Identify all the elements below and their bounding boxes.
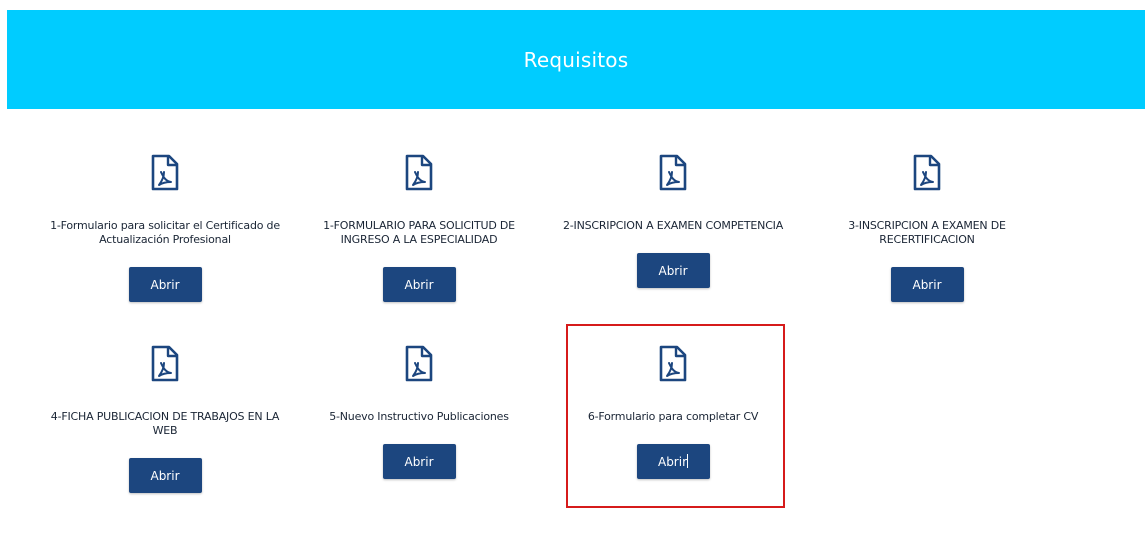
header-banner: Requisitos bbox=[7, 10, 1145, 109]
document-card-3: 2-INSCRIPCION A EXAMEN COMPETENCIA Abrir bbox=[546, 154, 800, 288]
document-label: 4-FICHA PUBLICACION DE TRABAJOS EN LA WE… bbox=[50, 410, 280, 437]
pdf-file-icon bbox=[658, 345, 688, 383]
document-card-4: 3-INSCRIPCION A EXAMEN DE RECERTIFICACIO… bbox=[800, 154, 1054, 302]
button-label: Abrir bbox=[657, 455, 688, 469]
pdf-file-icon bbox=[150, 154, 180, 192]
document-label: 1-FORMULARIO PARA SOLICITUD DE INGRESO A… bbox=[323, 219, 515, 246]
open-button[interactable]: Abrir bbox=[128, 458, 202, 493]
open-button[interactable]: Abrir bbox=[636, 444, 710, 479]
document-card-1: 1-Formulario para solicitar el Certifica… bbox=[38, 154, 292, 302]
document-card-7: 6-Formulario para completar CV Abrir bbox=[546, 345, 800, 479]
open-button[interactable]: Abrir bbox=[636, 253, 710, 288]
page-title: Requisitos bbox=[523, 47, 629, 72]
pdf-file-icon bbox=[404, 345, 434, 383]
document-label: 5-Nuevo Instructivo Publicaciones bbox=[329, 410, 509, 423]
open-button[interactable]: Abrir bbox=[890, 267, 964, 302]
document-label: 6-Formulario para completar CV bbox=[587, 410, 759, 423]
document-label: 3-INSCRIPCION A EXAMEN DE RECERTIFICACIO… bbox=[848, 219, 1006, 246]
document-card-2: 1-FORMULARIO PARA SOLICITUD DE INGRESO A… bbox=[292, 154, 546, 302]
open-button[interactable]: Abrir bbox=[128, 267, 202, 302]
pdf-file-icon bbox=[404, 154, 434, 192]
text-cursor bbox=[687, 454, 689, 468]
document-card-6: 5-Nuevo Instructivo Publicaciones Abrir bbox=[292, 345, 546, 479]
document-card-5: 4-FICHA PUBLICACION DE TRABAJOS EN LA WE… bbox=[38, 345, 292, 493]
document-label: 1-Formulario para solicitar el Certifica… bbox=[50, 219, 280, 246]
document-label: 2-INSCRIPCION A EXAMEN COMPETENCIA bbox=[562, 219, 784, 232]
pdf-file-icon bbox=[658, 154, 688, 192]
open-button[interactable]: Abrir bbox=[382, 444, 456, 479]
pdf-file-icon bbox=[150, 345, 180, 383]
page: Requisitos 1-Formulario para solicitar e… bbox=[0, 0, 1145, 539]
pdf-file-icon bbox=[912, 154, 942, 192]
open-button[interactable]: Abrir bbox=[382, 267, 456, 302]
